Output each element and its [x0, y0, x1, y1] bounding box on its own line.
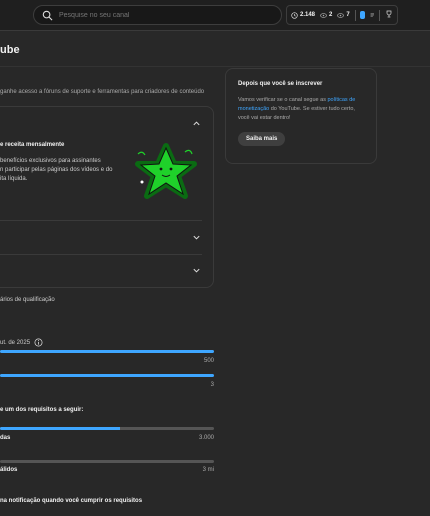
eye-icon	[337, 12, 345, 18]
header-divider	[0, 66, 430, 67]
page-title: ube	[0, 44, 20, 56]
requirement-label: e um dos requisitos a seguir:	[0, 407, 84, 413]
likes-count: 2	[329, 12, 333, 18]
search-input[interactable]	[59, 11, 259, 19]
chevron-down-icon[interactable]	[192, 266, 201, 275]
side-card-body: Vamos verificar se o canal segue as polí…	[238, 96, 364, 123]
watch-hours-label: das	[0, 435, 11, 441]
progress-fill	[0, 350, 214, 353]
benefit-line-3: ita líquida.	[0, 176, 28, 182]
progress-fill	[0, 374, 214, 377]
stats-separator	[379, 9, 381, 21]
subscribers-target: 500	[203, 358, 214, 364]
date-label-row: ut. de 2025	[0, 338, 43, 347]
benefit-title: e receita mensalmente	[0, 142, 65, 148]
eye-icon	[320, 12, 327, 18]
benefit-line-1: benefícios exclusivos para assinantes	[0, 158, 101, 164]
shorts-views-target: 3 mi	[202, 467, 214, 473]
comments-count: 7	[346, 12, 350, 18]
search-icon	[42, 10, 53, 20]
likes-stat: 2	[320, 12, 332, 19]
benefit-text: benefícios exclusivos para assinantes n …	[0, 157, 120, 184]
learn-more-button[interactable]: Saiba mais	[238, 132, 286, 146]
side-body-pre: Vamos verificar se o canal segue as	[238, 97, 326, 103]
cheer-icon-wrap[interactable]	[385, 10, 393, 20]
search-box[interactable]	[33, 5, 282, 25]
benefit-line-2: n participar pelas páginas dos vídeos e …	[0, 167, 113, 173]
card-divider	[0, 220, 202, 221]
shorts-views-label: álidos	[0, 467, 18, 473]
info-icon[interactable]	[34, 338, 43, 347]
watch-hours-target: 3.000	[198, 435, 214, 441]
qualification-text: ários de qualificação	[0, 297, 55, 303]
stats-separator	[354, 9, 356, 21]
after-subscribe-card: Depois que você se inscrever Vamos verif…	[225, 68, 377, 164]
trophy-icon	[386, 10, 392, 18]
clock-icon	[291, 11, 298, 19]
card-divider	[0, 254, 202, 255]
subscribers-progress	[0, 350, 214, 353]
uploads-target: 3	[210, 382, 214, 388]
uploads-progress	[0, 374, 214, 377]
shorts-views-progress	[0, 460, 214, 463]
side-card-title: Depois que você se inscrever	[238, 81, 323, 87]
intro-subtitle: ganhe acesso a fóruns de suporte e ferra…	[0, 89, 205, 95]
menu-icon[interactable]	[370, 11, 375, 19]
progress-fill	[0, 427, 120, 430]
top-bar: 2.148 2 7	[0, 0, 430, 31]
date-label: ut. de 2025	[0, 339, 31, 346]
chevron-up-icon[interactable]	[192, 119, 201, 128]
channel-stats[interactable]: 2.148 2 7	[286, 5, 398, 25]
badge-icon[interactable]	[360, 11, 365, 19]
notify-text: na notificação quando você cumprir os re…	[0, 498, 143, 504]
chevron-down-icon[interactable]	[192, 233, 201, 242]
watch-hours-progress	[0, 427, 214, 430]
views-count: 2.148	[300, 12, 316, 18]
comments-stat: 7	[337, 12, 350, 19]
star-illustration	[135, 143, 197, 199]
views-stat: 2.148	[291, 11, 316, 19]
